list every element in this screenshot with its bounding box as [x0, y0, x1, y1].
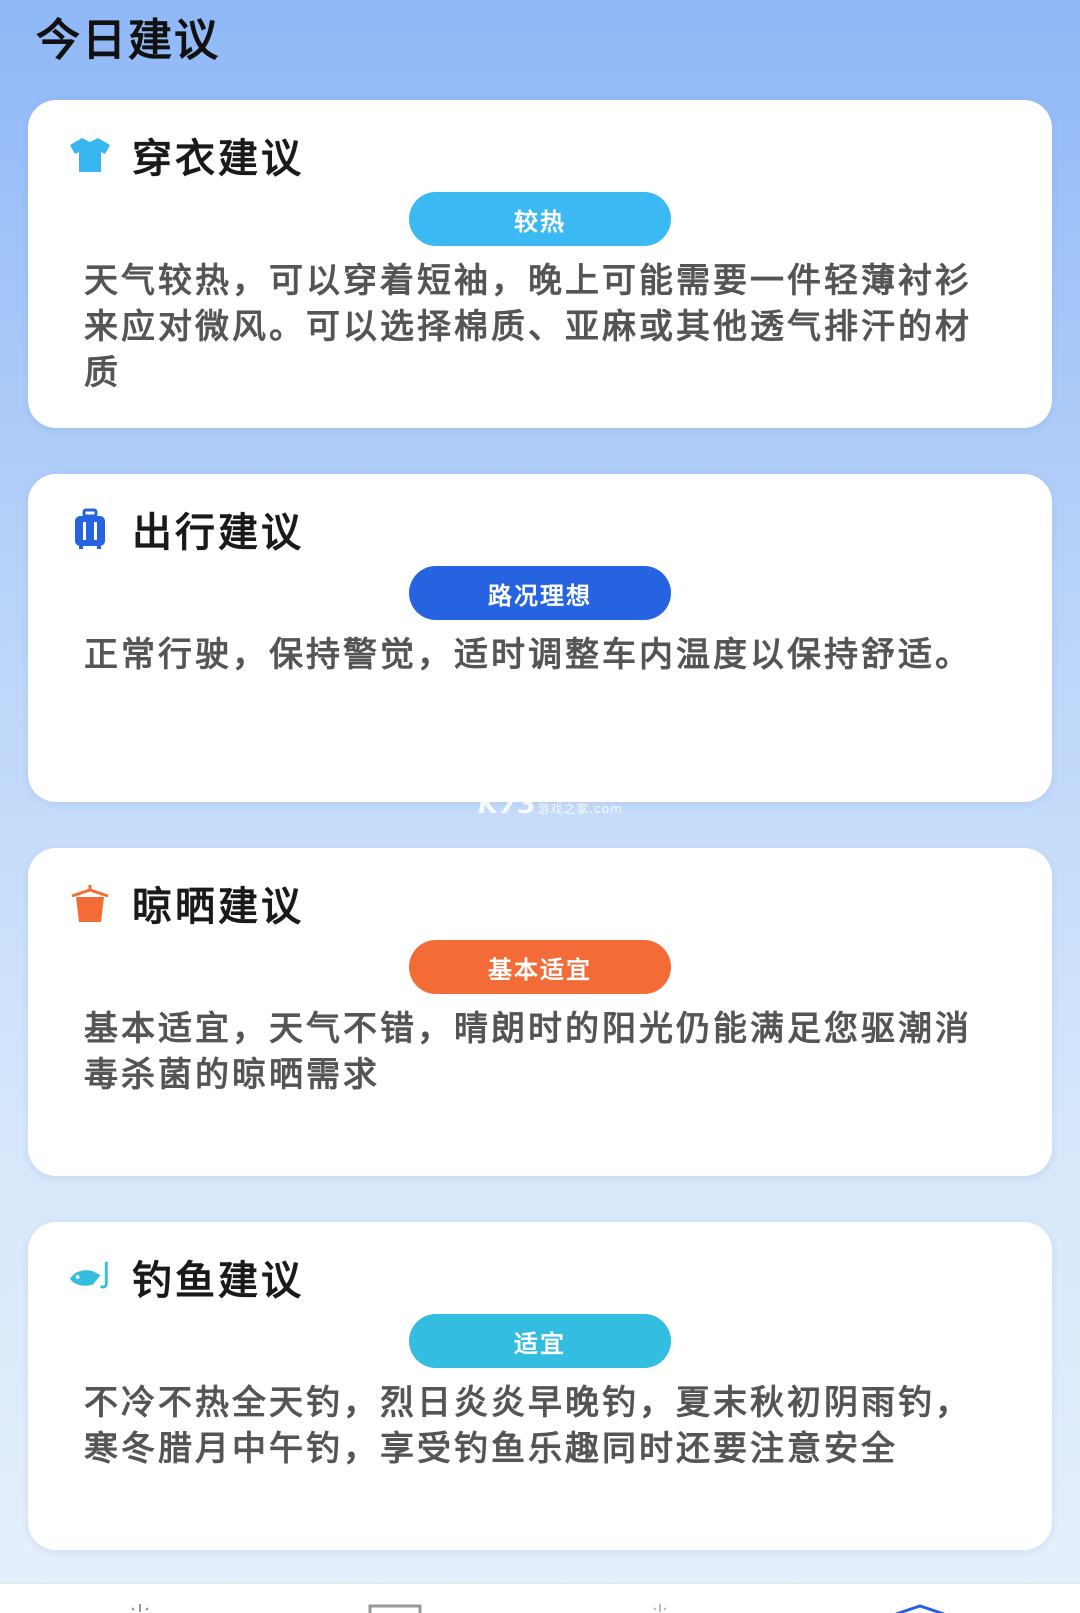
tshirt-icon [68, 133, 112, 177]
card-travel-advice[interactable]: 出行建议 路况理想 正常行驶，保持警觉，适时调整车内温度以保持舒适。 [28, 474, 1052, 802]
card-description: 天气较热，可以穿着短袖，晚上可能需要一件轻薄衬衫来应对微风。可以选择棉质、亚麻或… [84, 261, 972, 393]
card-drying-advice[interactable]: 晾晒建议 基本适宜 基本适宜，天气不错，晴朗时的阳光仍能满足您驱潮消毒杀菌的晾晒… [28, 848, 1052, 1176]
card-fishing-advice[interactable]: 钓鱼建议 适宜 不冷不热全天钓，烈日炎炎早晚钓，夏末秋初阴雨钓，寒冬腊月中午钓，… [28, 1222, 1052, 1550]
status-badge: 较热 [409, 192, 671, 246]
card-title: 穿衣建议 [132, 136, 304, 182]
card-title: 晾晒建议 [132, 884, 304, 930]
nav-tab-calendar[interactable] [365, 1602, 425, 1613]
card-description: 基本适宜，天气不错，晴朗时的阳光仍能满足您驱潮消毒杀菌的晾晒需求 [84, 1009, 972, 1095]
hanger-icon [68, 881, 112, 925]
nav-tab-advice[interactable] [890, 1602, 950, 1613]
calendar-icon [368, 1604, 422, 1613]
page-title: 今日建议 [36, 15, 220, 66]
advice-icon [895, 1604, 945, 1613]
sun-icon [131, 1604, 149, 1612]
status-badge: 基本适宜 [409, 940, 671, 994]
card-title: 钓鱼建议 [132, 1258, 304, 1304]
status-badge: 适宜 [409, 1314, 671, 1368]
nav-tab-light[interactable] [630, 1602, 690, 1613]
watermark-logo: K73游戏之家.com [478, 790, 623, 820]
nav-tab-weather[interactable] [110, 1602, 170, 1613]
status-badge: 路况理想 [409, 566, 671, 620]
luggage-icon [68, 507, 112, 551]
card-description: 不冷不热全天钓，烈日炎炎早晚钓，夏末秋初阴雨钓，寒冬腊月中午钓，享受钓鱼乐趣同时… [84, 1383, 972, 1469]
card-title: 出行建议 [132, 510, 304, 556]
card-clothing-advice[interactable]: 穿衣建议 较热 天气较热，可以穿着短袖，晚上可能需要一件轻薄衬衫来应对微风。可以… [28, 100, 1052, 428]
fishing-icon [68, 1255, 112, 1299]
card-description: 正常行驶，保持警觉，适时调整车内温度以保持舒适。 [84, 635, 972, 675]
light-icon [653, 1604, 667, 1612]
bottom-nav-bar [0, 1583, 1080, 1613]
